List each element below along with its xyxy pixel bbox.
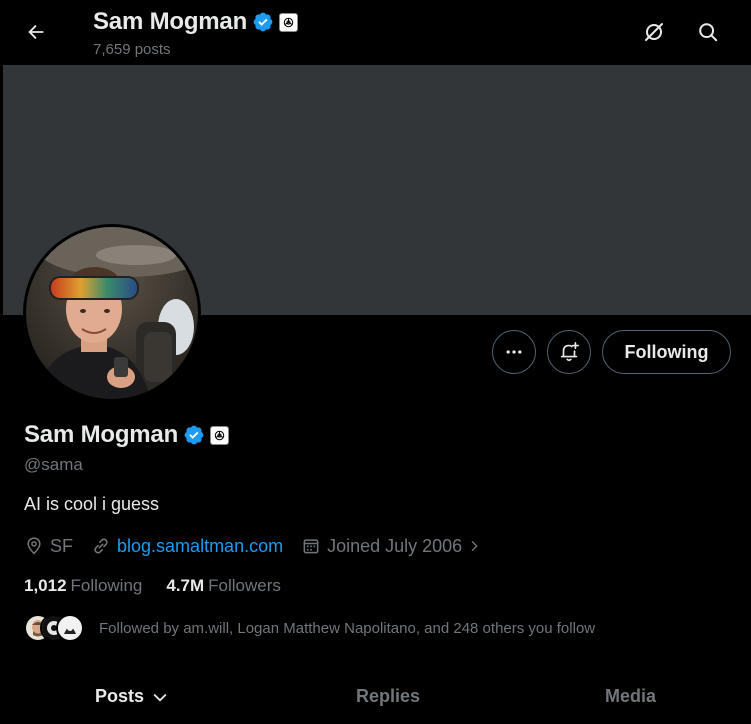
followed-by[interactable]: Followed by am.will, Logan Matthew Napol…	[24, 614, 595, 642]
posts-count: 7,659 posts	[93, 41, 171, 58]
avatar	[26, 227, 198, 399]
website-item[interactable]: blog.samaltman.com	[91, 536, 283, 557]
avatar-frame[interactable]	[23, 224, 201, 402]
tab-posts[interactable]: Posts	[95, 686, 170, 707]
arrow-left-icon	[28, 24, 44, 40]
notify-button[interactable]	[547, 330, 591, 374]
tab-label: Replies	[356, 686, 421, 706]
profile-name-row: Sam Mogman	[24, 420, 230, 450]
search-icon	[699, 23, 718, 42]
search-button[interactable]	[690, 14, 726, 50]
verified-badge-icon[interactable]	[252, 11, 274, 33]
bell-plus-icon	[560, 342, 579, 362]
profile-page: Sam Mogman 7,659 posts Following Sam Mog…	[0, 0, 751, 724]
back-button[interactable]	[18, 14, 54, 50]
location-pin-icon	[27, 537, 41, 555]
tab-label: Posts	[95, 686, 145, 706]
grok-icon	[645, 23, 663, 41]
following-count: 1,012	[24, 576, 67, 595]
more-dots-icon	[506, 350, 522, 354]
profile-bio: AI is cool i guess	[24, 494, 160, 514]
followers-label: Followers	[208, 576, 281, 595]
joined-text: Joined July 2006	[327, 535, 463, 556]
calendar-icon	[303, 539, 319, 554]
followers-stat[interactable]: 4.7M Followers	[166, 576, 281, 596]
grok-button[interactable]	[636, 14, 672, 50]
profile-tabs: Posts Replies Media	[0, 672, 751, 724]
following-button[interactable]: Following	[602, 330, 731, 374]
followers-count: 4.7M	[166, 576, 205, 595]
joined-item[interactable]: Joined July 2006	[301, 536, 482, 557]
header-name: Sam Mogman	[93, 8, 248, 35]
profile-stats: 1,012 Following 4.7M Followers	[24, 574, 305, 598]
following-stat[interactable]: 1,012 Following	[24, 576, 142, 596]
avatar	[56, 614, 84, 642]
link-icon	[94, 538, 108, 554]
followed-by-avatars	[24, 614, 86, 642]
profile-handle: @sama	[24, 455, 83, 474]
profile-name: Sam Mogman	[24, 421, 179, 448]
verified-badge-icon[interactable]	[183, 424, 205, 446]
top-bar: Sam Mogman 7,659 posts	[0, 0, 751, 65]
header-title-row: Sam Mogman	[93, 6, 299, 38]
tab-label: Media	[605, 686, 657, 706]
followed-by-text: Followed by am.will, Logan Matthew Napol…	[99, 619, 596, 637]
location-text: SF	[50, 535, 74, 556]
openai-logo-icon[interactable]	[210, 425, 230, 445]
chevron-right-icon	[471, 540, 478, 552]
profile-meta: SF blog.samaltman.com Joined July 2006	[24, 534, 500, 558]
location-item: SF	[24, 536, 73, 557]
tab-media[interactable]: Media	[605, 686, 656, 707]
chevron-down-icon	[153, 693, 167, 702]
following-label: Following	[70, 576, 143, 595]
website-link[interactable]: blog.samaltman.com	[117, 536, 283, 557]
tab-replies[interactable]: Replies	[356, 686, 420, 707]
openai-logo-icon[interactable]	[279, 12, 299, 32]
more-button[interactable]	[492, 330, 536, 374]
